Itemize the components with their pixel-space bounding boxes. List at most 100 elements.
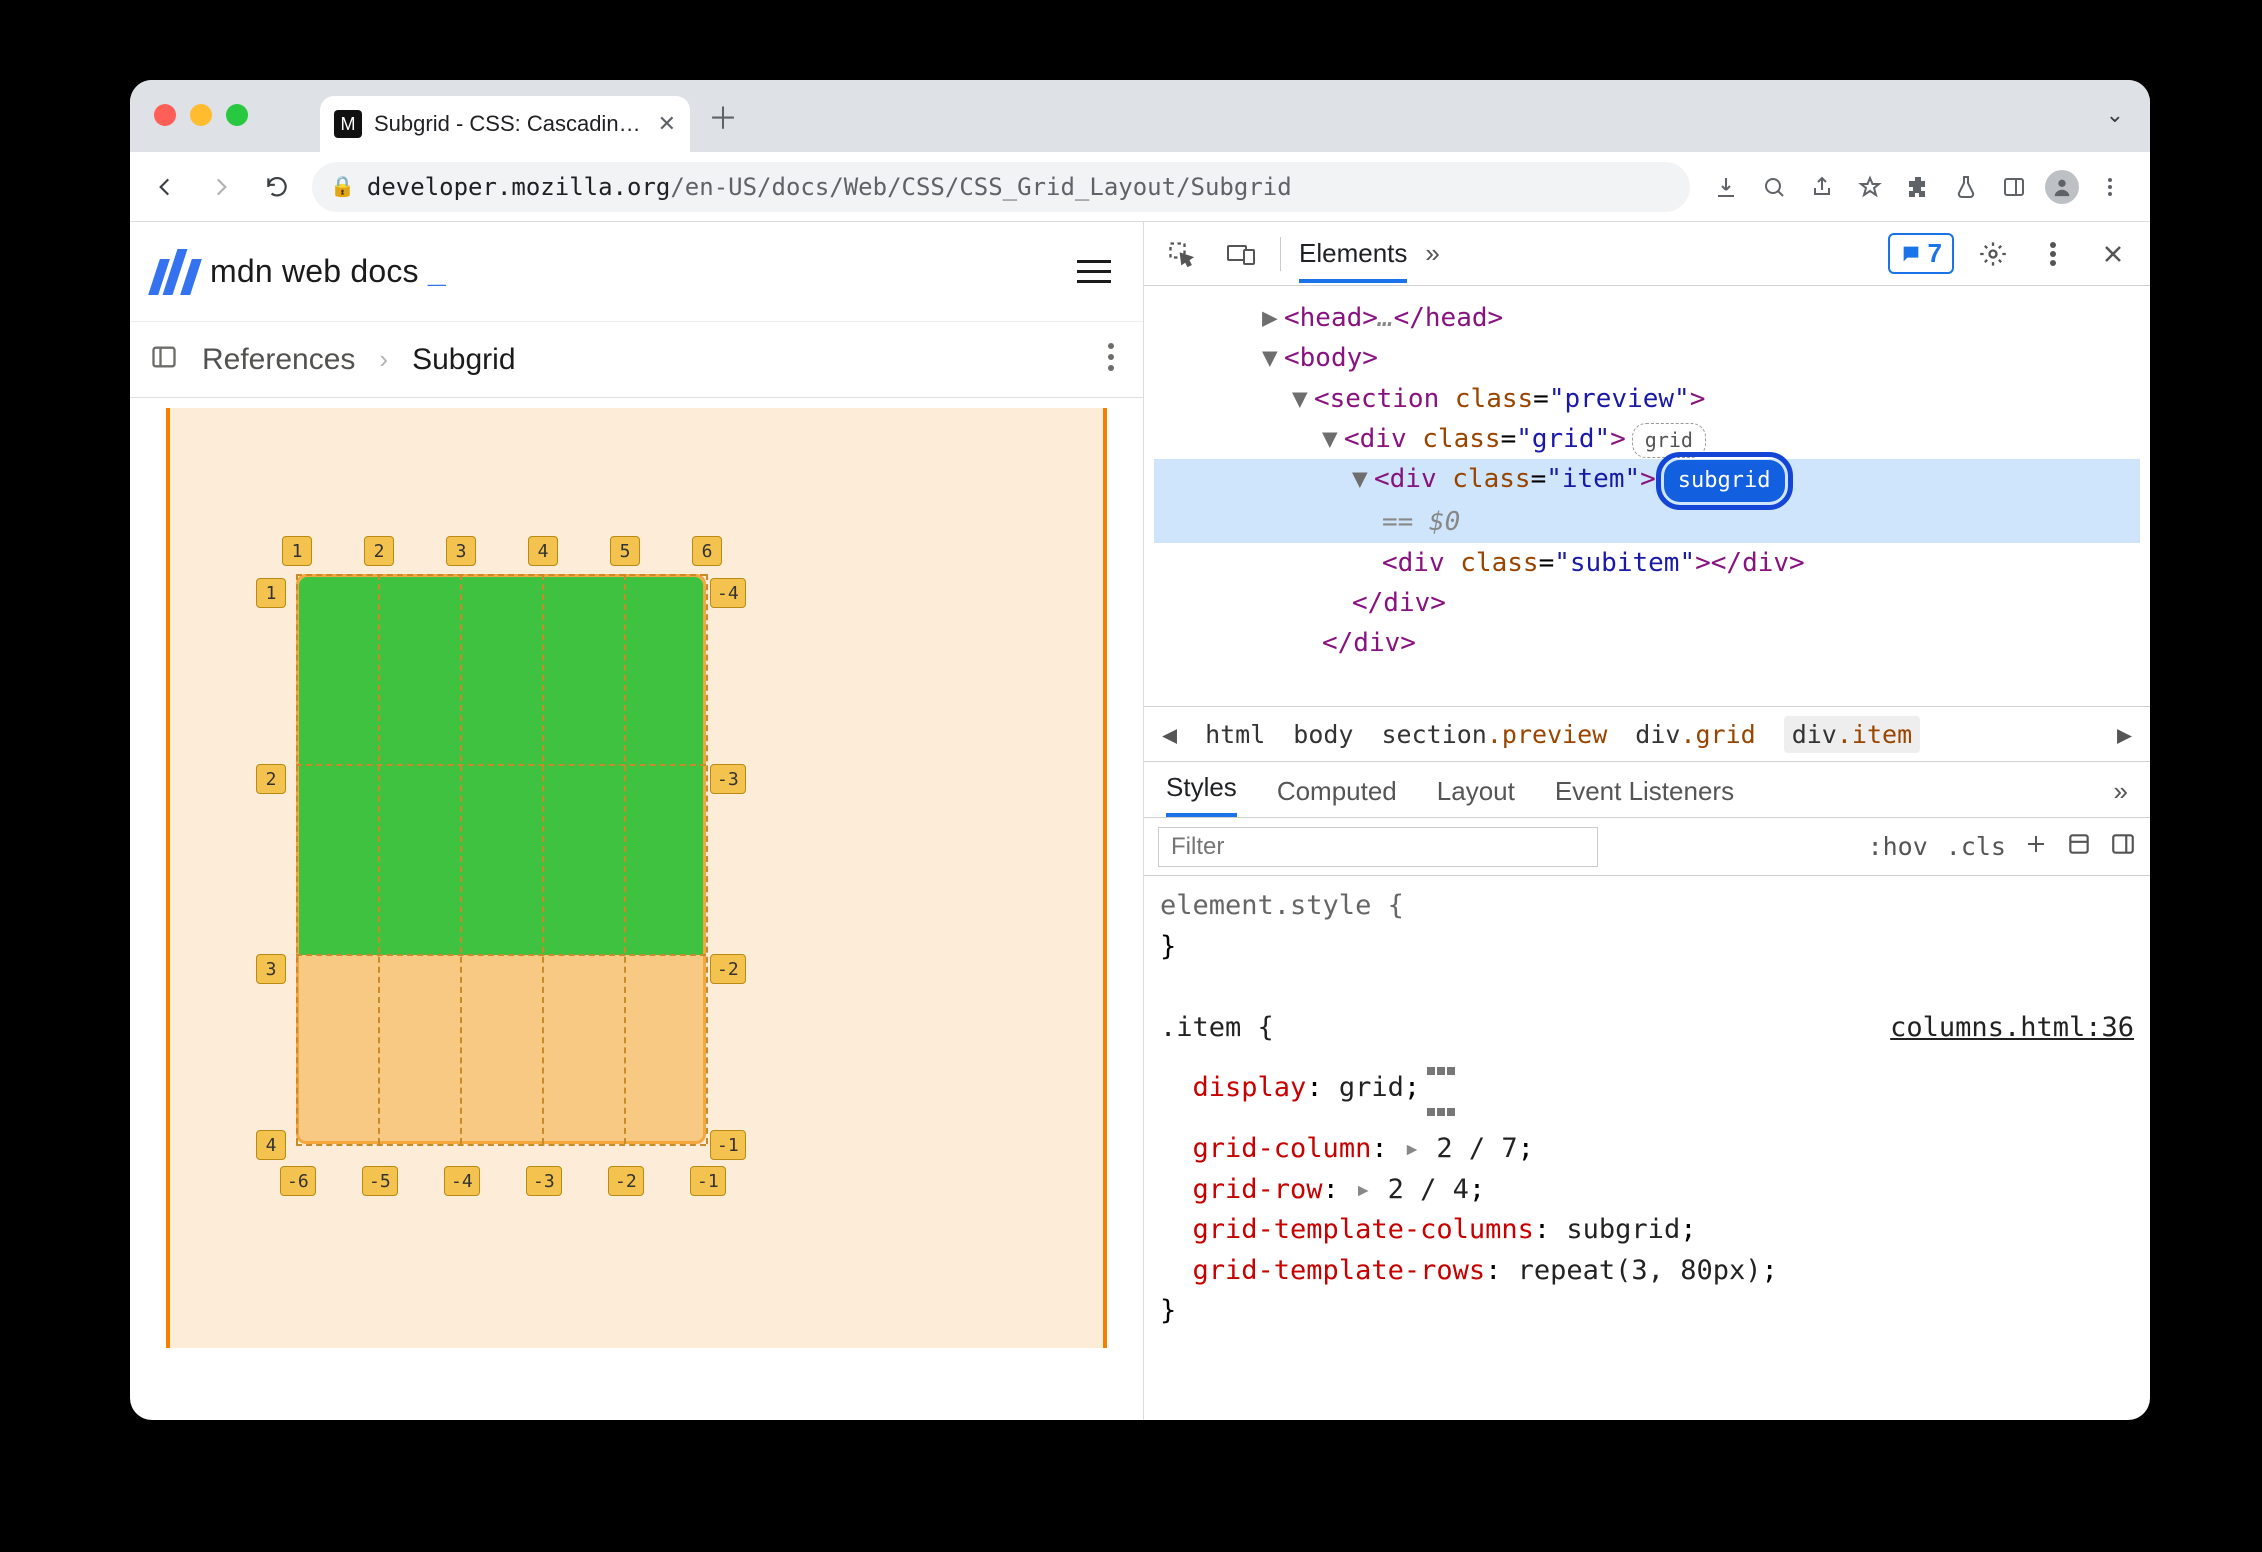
crumb[interactable]: div.grid — [1635, 720, 1755, 749]
browser-tab[interactable]: M Subgrid - CSS: Cascading Style ✕ — [320, 96, 690, 152]
crumb[interactable]: html — [1205, 720, 1265, 749]
dom-tree[interactable]: ▶<head>…</head> ▼<body> ▼<section class=… — [1144, 286, 2150, 706]
profile-button[interactable] — [2040, 166, 2084, 208]
grid-label: -1 — [710, 1130, 746, 1160]
grid-label: -2 — [608, 1166, 644, 1196]
tab-layout[interactable]: Layout — [1437, 776, 1515, 817]
address-bar[interactable]: 🔒 developer.mozilla.org/en-US/docs/Web/C… — [312, 162, 1690, 212]
hov-toggle[interactable]: :hov — [1868, 832, 1928, 861]
devtools-close-button[interactable] — [2092, 233, 2134, 275]
forward-button[interactable] — [200, 166, 242, 208]
tabs-menu-button[interactable]: ⌄ — [2106, 102, 2124, 128]
grid-item — [296, 574, 706, 1144]
zoom-window-button[interactable] — [226, 104, 248, 126]
grid-label: 3 — [256, 954, 286, 984]
tab-close-button[interactable]: ✕ — [658, 111, 676, 137]
mdn-logo-cursor: _ — [428, 253, 446, 289]
labs-icon[interactable] — [1944, 166, 1988, 208]
source-link[interactable]: columns.html:36 — [1890, 1008, 2134, 1049]
breadcrumb-root[interactable]: References — [202, 343, 355, 377]
sidepanel-icon[interactable] — [1992, 166, 2036, 208]
dom-selected-row[interactable]: ▼<div class="item">subgrid — [1154, 459, 2140, 502]
favicon-icon: M — [334, 110, 362, 138]
devtools: Elements » 7 ▶<head>…</head> — [1144, 222, 2150, 1420]
rule-selector: element.style { — [1160, 890, 1404, 921]
back-button[interactable] — [144, 166, 186, 208]
styles-pane[interactable]: element.style { } columns.html:36 .item … — [1144, 876, 2150, 1420]
settings-icon[interactable] — [1972, 233, 2014, 275]
grid-label: 2 — [256, 764, 286, 794]
lock-icon: 🔒 — [330, 174, 355, 199]
devtools-tab-elements[interactable]: Elements — [1299, 238, 1407, 283]
toolbar-actions — [1704, 166, 2132, 208]
crumbs-left-button[interactable]: ◀ — [1162, 720, 1177, 749]
breadcrumb-bar: References › Subgrid — [130, 322, 1143, 398]
styles-sidebar-icon[interactable] — [2110, 831, 2136, 863]
window-controls — [154, 104, 248, 126]
grid-editor-icon[interactable] — [1426, 1048, 1456, 1129]
crumb-selected[interactable]: div.item — [1784, 716, 1920, 753]
url: developer.mozilla.org/en-US/docs/Web/CSS… — [367, 173, 1672, 201]
devtools-menu-button[interactable] — [2032, 233, 2074, 275]
menu-button[interactable] — [1077, 260, 1111, 283]
content-area: mdn web docs _ References › Subgrid — [130, 222, 2150, 1420]
breadcrumb-separator-icon: › — [379, 344, 388, 375]
grid-label: 5 — [610, 536, 640, 566]
extensions-icon[interactable] — [1896, 166, 1940, 208]
grid-label: 1 — [282, 536, 312, 566]
grid-label: -1 — [690, 1166, 726, 1196]
tab-computed[interactable]: Computed — [1277, 776, 1397, 817]
reload-button[interactable] — [256, 166, 298, 208]
mdn-logo[interactable]: mdn web docs _ — [154, 249, 446, 295]
grid-label: 3 — [446, 536, 476, 566]
share-icon[interactable] — [1800, 166, 1844, 208]
minimize-window-button[interactable] — [190, 104, 212, 126]
grid-label: -4 — [444, 1166, 480, 1196]
tab-styles[interactable]: Styles — [1166, 772, 1237, 817]
subgrid-badge[interactable]: subgrid — [1664, 460, 1785, 502]
new-tab-button[interactable]: ＋ — [708, 94, 738, 152]
more-tabs-button[interactable]: » — [1425, 238, 1439, 269]
print-media-icon[interactable] — [2066, 831, 2092, 863]
chrome-menu-button[interactable] — [2088, 166, 2132, 208]
tab-strip: M Subgrid - CSS: Cascading Style ✕ ＋ ⌄ — [130, 80, 2150, 152]
grid-label: -3 — [526, 1166, 562, 1196]
grid-label: -4 — [710, 578, 746, 608]
tab-event-listeners[interactable]: Event Listeners — [1555, 776, 1734, 817]
mdn-page: mdn web docs _ References › Subgrid — [130, 222, 1144, 1420]
crumbs-right-button[interactable]: ▶ — [2117, 720, 2132, 749]
inspect-element-icon[interactable] — [1160, 233, 1202, 275]
crumb[interactable]: body — [1293, 720, 1353, 749]
new-style-rule-button[interactable] — [2024, 832, 2048, 862]
styles-filter-input[interactable] — [1158, 827, 1598, 867]
mdn-header: mdn web docs _ — [130, 222, 1143, 322]
grid-label: 1 — [256, 578, 286, 608]
mdn-logo-text: mdn web docs — [210, 253, 419, 289]
grid-label: 6 — [692, 536, 722, 566]
issues-count: 7 — [1928, 238, 1942, 269]
grid-label: -2 — [710, 954, 746, 984]
devtools-toolbar: Elements » 7 — [1144, 222, 2150, 286]
grid-label: -6 — [280, 1166, 316, 1196]
zoom-icon[interactable] — [1752, 166, 1796, 208]
device-toolbar-icon[interactable] — [1220, 233, 1262, 275]
issues-button[interactable]: 7 — [1888, 233, 1954, 274]
grid-label: 2 — [364, 536, 394, 566]
grid-label: -5 — [362, 1166, 398, 1196]
grid-badge[interactable]: grid — [1632, 423, 1706, 458]
styles-filter-bar: :hov .cls — [1144, 818, 2150, 876]
page-actions-button[interactable] — [1107, 342, 1115, 377]
mdn-logo-icon — [154, 249, 196, 295]
cls-toggle[interactable]: .cls — [1946, 832, 2006, 861]
more-subtabs-button[interactable]: » — [2114, 776, 2128, 817]
close-window-button[interactable] — [154, 104, 176, 126]
grid-subitem — [299, 577, 703, 955]
grid-label: 4 — [256, 1130, 286, 1160]
sidebar-toggle-icon[interactable] — [150, 343, 178, 376]
crumb[interactable]: section.preview — [1382, 720, 1608, 749]
rule-selector: .item { — [1160, 1012, 1274, 1043]
styles-tabs: Styles Computed Layout Event Listeners » — [1144, 762, 2150, 818]
install-icon[interactable] — [1704, 166, 1748, 208]
grid-label: -3 — [710, 764, 746, 794]
bookmark-icon[interactable] — [1848, 166, 1892, 208]
